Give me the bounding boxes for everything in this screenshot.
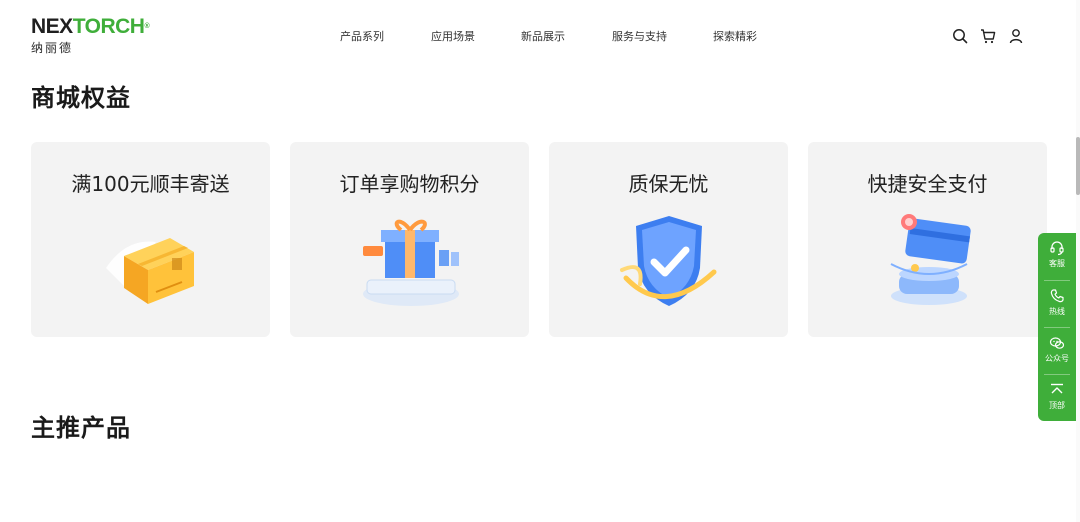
sidebar-item-hotline[interactable]: 热线 (1038, 283, 1076, 327)
scrollbar[interactable] (1076, 0, 1080, 522)
scrollbar-thumb[interactable] (1076, 137, 1080, 195)
benefit-card-points[interactable]: 订单享购物积分 (290, 142, 529, 337)
sidebar-item-label: 顶部 (1049, 401, 1065, 410)
benefit-card-title: 质保无忧 (628, 172, 709, 196)
benefit-card-title: 快捷安全支付 (867, 172, 988, 196)
sidebar-divider (1044, 327, 1070, 328)
sidebar-item-label: 客服 (1049, 259, 1065, 268)
nav-item-explore[interactable]: 探索精彩 (713, 28, 757, 44)
benefit-card-warranty[interactable]: 质保无忧 (549, 142, 788, 337)
sidebar-item-label: 公众号 (1045, 354, 1069, 363)
benefits-list: 满100元顺丰寄送 订单享购物积分 质保无忧 快捷安全支付 (31, 142, 1047, 337)
sidebar-item-official-account[interactable]: 公众号 (1038, 330, 1076, 374)
search-icon[interactable] (952, 28, 968, 44)
benefit-card-title: 订单享购物积分 (339, 172, 480, 196)
parcel-box-icon (105, 238, 194, 304)
benefit-card-payment[interactable]: 快捷安全支付 (808, 142, 1047, 337)
sidebar-divider (1044, 374, 1070, 375)
user-icon[interactable] (1008, 28, 1024, 44)
nav-item-products[interactable]: 产品系列 (340, 28, 384, 44)
sidebar-item-label: 热线 (1049, 307, 1065, 316)
nav-item-applications[interactable]: 应用场景 (431, 28, 475, 44)
shield-check-icon (619, 216, 716, 306)
cart-icon[interactable] (980, 28, 996, 44)
benefit-card-free-shipping[interactable]: 满100元顺丰寄送 (31, 142, 270, 337)
customer-service-icon (1050, 241, 1064, 256)
sidebar-item-back-to-top[interactable]: 顶部 (1038, 377, 1076, 421)
gift-box-icon (362, 219, 459, 306)
floating-sidebar: 客服 热线 公众号 顶部 (1038, 233, 1076, 421)
nav-item-service-support[interactable]: 服务与支持 (612, 28, 667, 44)
benefits-section-title: 商城权益 (31, 84, 131, 112)
featured-section-title: 主推产品 (31, 414, 131, 442)
header-actions (952, 28, 1024, 44)
payment-card-icon (890, 214, 971, 305)
phone-icon (1050, 289, 1064, 303)
sidebar-item-customer-service[interactable]: 客服 (1038, 235, 1076, 279)
sidebar-divider (1044, 280, 1070, 281)
back-to-top-icon (1051, 383, 1063, 394)
nav-item-new-products[interactable]: 新品展示 (521, 28, 565, 44)
wechat-icon (1049, 337, 1065, 349)
benefit-card-title: 满100元顺丰寄送 (71, 172, 230, 196)
site-header: NEXTORCH® 纳丽德 产品系列 应用场景 新品展示 服务与支持 探索精彩 (0, 0, 1080, 72)
main-nav: 产品系列 应用场景 新品展示 服务与支持 探索精彩 (0, 28, 1080, 44)
